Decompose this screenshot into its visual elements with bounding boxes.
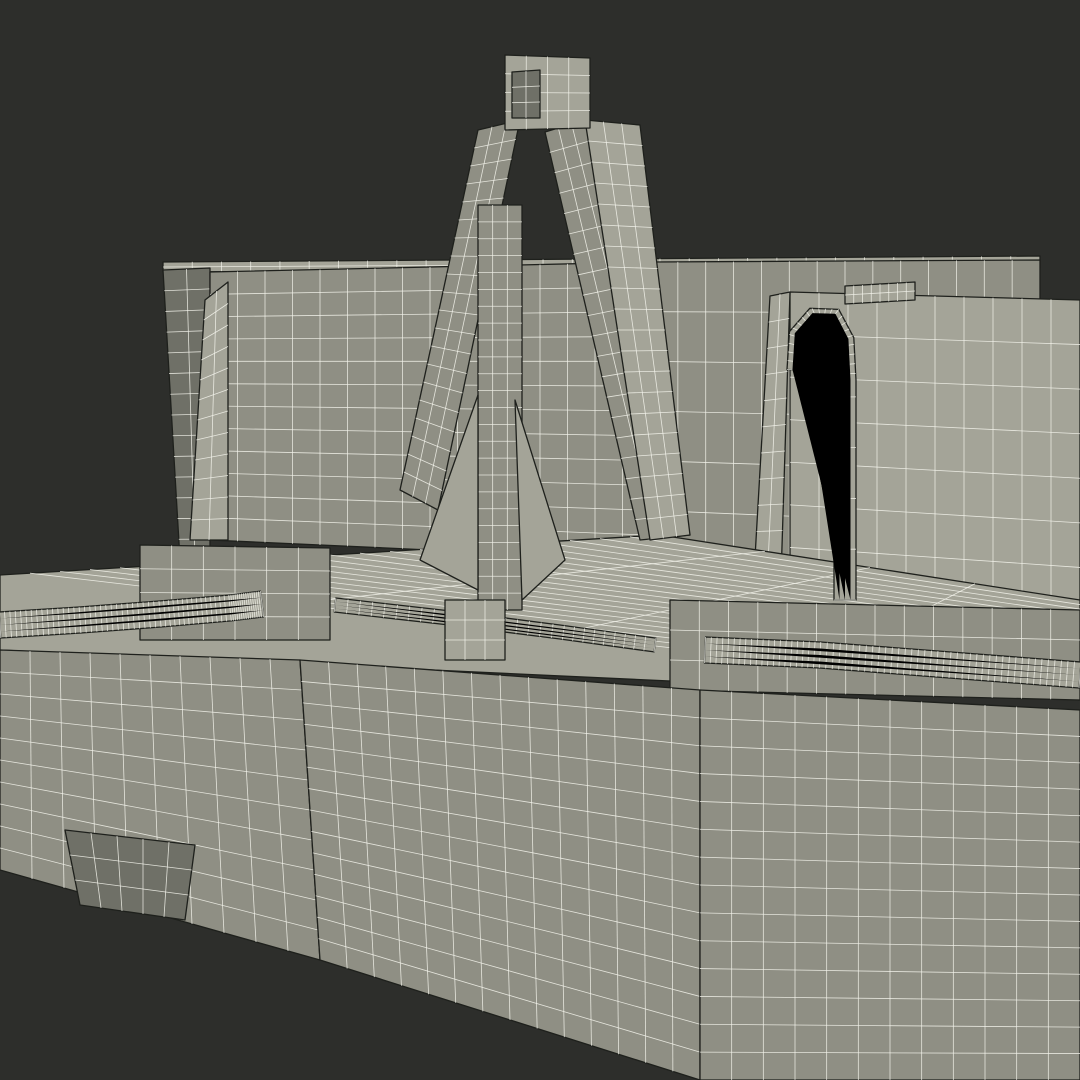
anchor-crown: [444, 599, 506, 661]
hull-side-right: [699, 689, 1080, 1080]
viewport: [0, 0, 1080, 1080]
hawse-arch: [844, 281, 916, 305]
davit-pulley: [511, 69, 541, 119]
wireframe-render: [0, 0, 1080, 1080]
